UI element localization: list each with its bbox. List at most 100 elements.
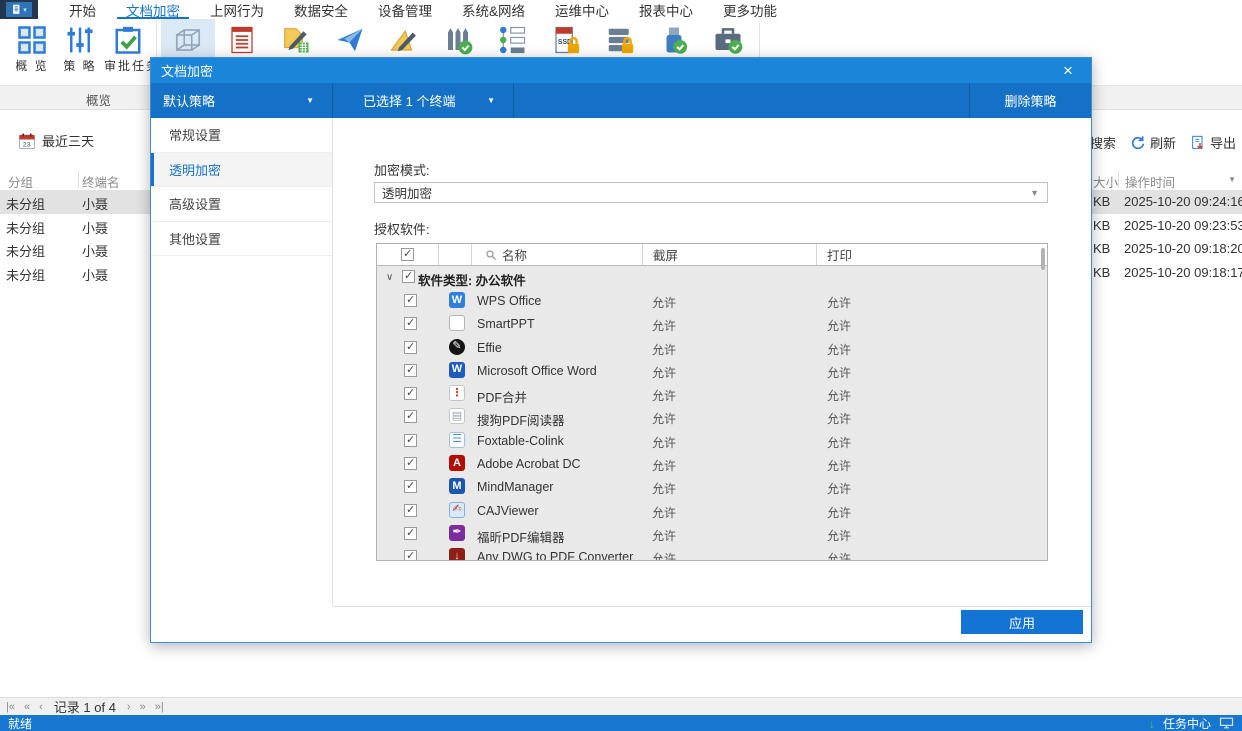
row-checkbox[interactable] [404, 410, 417, 423]
group-checkbox[interactable] [402, 270, 415, 283]
sort-arrow-icon[interactable]: ▼ [1228, 175, 1236, 184]
page-nav-icon[interactable]: › [127, 701, 131, 713]
software-row[interactable]: AAdobe Acrobat DC允许允许 [377, 452, 1047, 475]
row-checkbox[interactable] [404, 550, 417, 560]
print-permission[interactable]: 允许 [827, 341, 851, 358]
row-checkbox[interactable] [404, 341, 417, 354]
screenshot-permission[interactable]: 允许 [652, 294, 676, 311]
col-software-name[interactable]: 名称 [502, 245, 527, 264]
col-screenshot[interactable]: 截屏 [643, 244, 817, 265]
software-row[interactable]: ✎Effie允许允许 [377, 336, 1047, 359]
app-icon: A [449, 455, 465, 471]
page-nav-icon[interactable]: » [140, 701, 146, 713]
row-checkbox[interactable] [404, 480, 417, 493]
tab-上网行为[interactable]: 上网行为 [195, 0, 279, 19]
row-checkbox[interactable] [404, 294, 417, 307]
row-checkbox[interactable] [404, 504, 417, 517]
row-checkbox[interactable] [404, 457, 417, 470]
software-group-row[interactable]: ∨软件类型: 办公软件 [377, 266, 1047, 289]
column-divider[interactable] [78, 171, 79, 188]
delete-policy-button[interactable]: 删除策略 [969, 83, 1091, 118]
select-all-checkbox[interactable] [401, 248, 414, 261]
software-row[interactable]: ✒福昕PDF编辑器允许允许 [377, 522, 1047, 545]
apply-button[interactable]: 应用 [961, 610, 1083, 634]
col-time[interactable]: 操作时间 [1125, 172, 1175, 191]
print-permission[interactable]: 允许 [827, 410, 851, 427]
screenshot-permission[interactable]: 允许 [652, 364, 676, 381]
software-row[interactable]: ▤搜狗PDF阅读器允许允许 [377, 405, 1047, 428]
page-nav-icon[interactable]: |« [6, 701, 15, 713]
print-permission[interactable]: 允许 [827, 364, 851, 381]
screenshot-permission[interactable]: 允许 [652, 317, 676, 334]
print-permission[interactable]: 允许 [827, 457, 851, 474]
software-row[interactable]: WWPS Office允许允许 [377, 289, 1047, 312]
software-row[interactable]: MMindManager允许允许 [377, 475, 1047, 498]
encryption-mode-select[interactable]: 透明加密 ▼ [374, 182, 1048, 203]
tab-运维中心[interactable]: 运维中心 [540, 0, 624, 19]
dialog-sidebar-item-高级设置[interactable]: 高级设置 [151, 187, 332, 222]
software-row[interactable]: SmartPPT允许允许 [377, 312, 1047, 335]
col-print[interactable]: 打印 [817, 244, 1047, 265]
software-row[interactable]: ↓Any DWG to PDF Converter允许允许 [377, 545, 1047, 560]
dialog-sidebar-item-其他设置[interactable]: 其他设置 [151, 222, 332, 257]
column-divider[interactable] [1118, 171, 1119, 188]
row-checkbox[interactable] [404, 434, 417, 447]
screenshot-permission[interactable]: 允许 [652, 410, 676, 427]
tab-开始[interactable]: 开始 [54, 0, 111, 19]
software-row[interactable]: WMicrosoft Office Word允许允许 [377, 359, 1047, 382]
print-permission[interactable]: 允许 [827, 387, 851, 404]
print-permission[interactable]: 允许 [827, 317, 851, 334]
refresh-button[interactable]: 刷新 [1130, 133, 1176, 152]
print-permission[interactable]: 允许 [827, 480, 851, 497]
tab-系统&网络[interactable]: 系统&网络 [447, 0, 540, 19]
dialog-title: 文档加密 [161, 61, 213, 80]
terminal-dropdown[interactable]: 已选择 1 个终端 ▼ [333, 83, 514, 118]
print-permission[interactable]: 允许 [827, 504, 851, 521]
page-nav-icon[interactable]: »| [155, 701, 164, 713]
row-checkbox[interactable] [404, 364, 417, 377]
screenshot-permission[interactable]: 允许 [652, 341, 676, 358]
screenshot-permission[interactable]: 允许 [652, 550, 676, 560]
print-permission[interactable]: 允许 [827, 550, 851, 560]
export-button[interactable]: 导出 [1190, 133, 1236, 152]
col-size[interactable]: 大小 [1093, 172, 1118, 191]
screenshot-permission[interactable]: 允许 [652, 457, 676, 474]
recent-days-filter-button[interactable]: 23 最近三天 [18, 131, 94, 150]
policy-dropdown[interactable]: 默认策略 ▼ [151, 83, 333, 118]
task-center-link[interactable]: 任务中心 [1163, 715, 1211, 731]
ribbon-item-overview[interactable]: 概 览 [8, 19, 56, 85]
row-checkbox[interactable] [404, 317, 417, 330]
software-row[interactable]: ✍CAJViewer允许允许 [377, 499, 1047, 522]
software-row[interactable]: ⋮PDF合并允许允许 [377, 382, 1047, 405]
col-group[interactable]: 分组 [8, 172, 33, 191]
dialog-sidebar-item-透明加密[interactable]: 透明加密 [151, 153, 332, 188]
ribbon-item-approval-tasks[interactable]: 审批任务 [104, 19, 152, 85]
ribbon-item-policy[interactable]: 策 略 [56, 19, 104, 85]
tab-文档加密[interactable]: 文档加密 [111, 0, 195, 19]
tab-更多功能[interactable]: 更多功能 [708, 0, 792, 19]
expand-caret-icon[interactable]: ∨ [386, 272, 393, 283]
scrollbar-thumb[interactable] [1041, 248, 1045, 270]
print-permission[interactable]: 允许 [827, 434, 851, 451]
tab-设备管理[interactable]: 设备管理 [363, 0, 447, 19]
page-nav-icon[interactable]: ‹ [39, 701, 43, 713]
screenshot-permission[interactable]: 允许 [652, 480, 676, 497]
app-menu-button[interactable]: ▾ [0, 0, 38, 19]
screenshot-permission[interactable]: 允许 [652, 434, 676, 451]
print-permission[interactable]: 允许 [827, 527, 851, 544]
dialog-sidebar-item-常规设置[interactable]: 常规设置 [151, 118, 332, 153]
screenshot-permission[interactable]: 允许 [652, 387, 676, 404]
row-checkbox[interactable] [404, 527, 417, 540]
tab-报表中心[interactable]: 报表中心 [624, 0, 708, 19]
row-checkbox[interactable] [404, 387, 417, 400]
tab-数据安全[interactable]: 数据安全 [279, 0, 363, 19]
close-icon[interactable]: × [1055, 58, 1081, 83]
monitor-icon[interactable] [1219, 717, 1234, 729]
software-row[interactable]: ☰Foxtable-Colink允许允许 [377, 429, 1047, 452]
screenshot-permission[interactable]: 允许 [652, 527, 676, 544]
screenshot-permission[interactable]: 允许 [652, 504, 676, 521]
col-name[interactable]: 终端名 [82, 172, 120, 191]
page-nav-icon[interactable]: « [24, 701, 30, 713]
server-lock-icon [605, 25, 635, 55]
print-permission[interactable]: 允许 [827, 294, 851, 311]
